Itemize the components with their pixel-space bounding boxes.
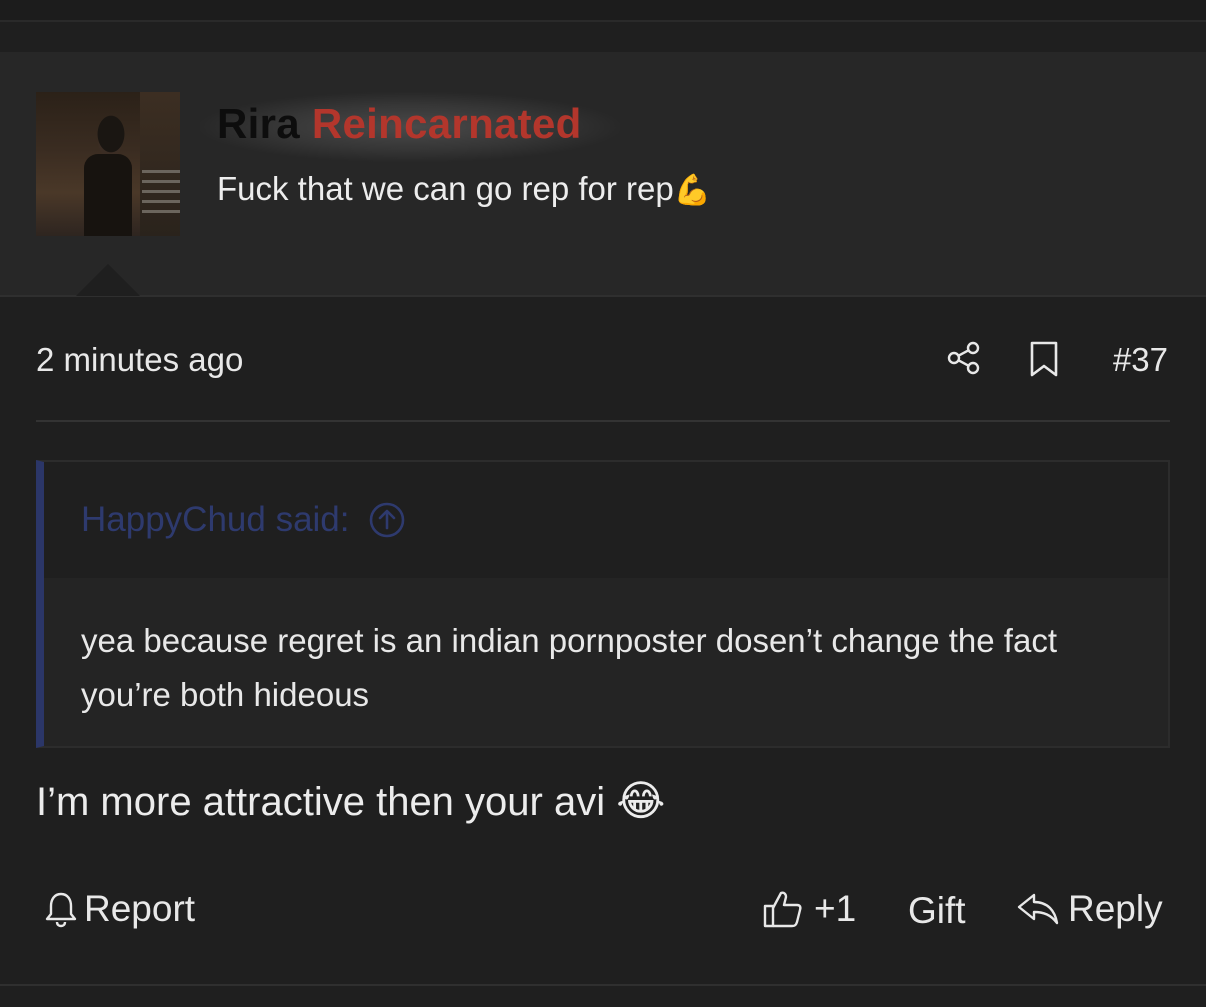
bookmark-icon[interactable]	[1028, 340, 1060, 378]
quote-author[interactable]: HappyChud said:	[81, 500, 406, 540]
flexed-biceps-emoji: 💪	[673, 174, 712, 207]
top-strip	[0, 0, 1206, 22]
header-pointer	[76, 264, 140, 296]
avatar-stripe	[142, 190, 180, 193]
user-header: Rira Reincarnated Fuck that we can go re…	[0, 52, 1206, 297]
bottom-divider	[0, 984, 1206, 986]
quote-header: HappyChud said:	[44, 462, 1168, 578]
avatar-stripe	[142, 170, 180, 173]
gift-button[interactable]: Gift	[908, 890, 966, 932]
post-message: I’m more attractive then your avi 😂	[36, 776, 665, 825]
like-count: +1	[814, 888, 857, 929]
username-part1: Rira	[217, 100, 300, 147]
reply-icon	[1017, 893, 1059, 925]
share-icon[interactable]	[946, 340, 982, 376]
post-meta: 2 minutes ago #37	[36, 336, 1170, 386]
thumbs-up-icon	[763, 891, 802, 928]
avatar-background	[140, 92, 180, 236]
avatar-stripe	[142, 180, 180, 183]
post-message-text: I’m more attractive then your avi	[36, 780, 606, 824]
like-button[interactable]: +1	[762, 888, 856, 930]
tears-of-joy-emoji: 😂	[616, 777, 666, 824]
post-time[interactable]: 2 minutes ago	[36, 341, 243, 379]
bell-icon	[45, 892, 77, 928]
reply-label: Reply	[1068, 888, 1163, 929]
quote-block: HappyChud said: yea because regret is an…	[36, 460, 1170, 748]
quote-author-text: HappyChud said:	[81, 500, 350, 539]
avatar-stripe	[142, 210, 180, 213]
username[interactable]: Rira Reincarnated	[217, 100, 582, 148]
reply-button[interactable]: Reply	[1016, 888, 1163, 930]
user-status: Fuck that we can go rep for rep💪	[217, 170, 711, 208]
top-gap	[0, 24, 1206, 52]
avatar-figure	[84, 154, 132, 236]
user-status-text: Fuck that we can go rep for rep	[217, 170, 674, 207]
avatar-stripe	[142, 200, 180, 203]
meta-divider	[36, 420, 1170, 422]
post-actions: Report +1 Gift Reply	[36, 884, 1170, 940]
report-button[interactable]: Report	[44, 888, 195, 930]
avatar[interactable]	[36, 92, 180, 236]
arrow-up-circle-icon[interactable]	[368, 501, 406, 539]
report-label: Report	[84, 888, 196, 929]
username-part2: Reincarnated	[311, 100, 582, 147]
quote-text: yea because regret is an indian pornpost…	[81, 622, 1057, 713]
post-number[interactable]: #37	[1113, 341, 1168, 379]
